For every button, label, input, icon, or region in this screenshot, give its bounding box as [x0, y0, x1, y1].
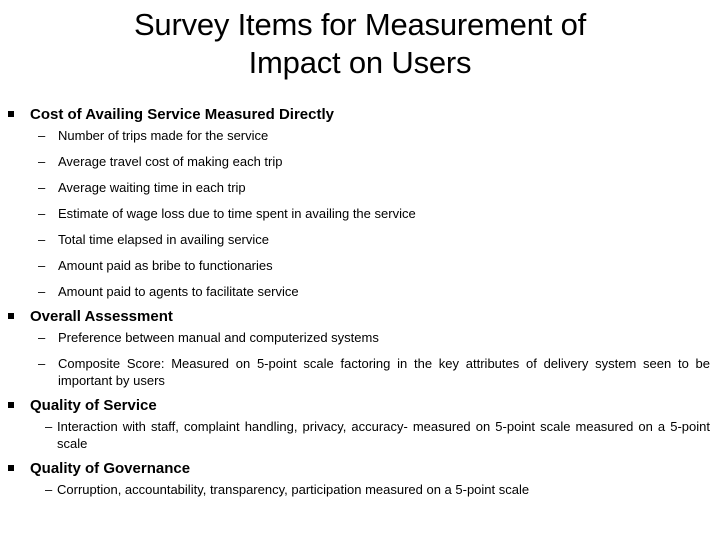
section-heading-cost-of-availing-service: Cost of Availing Service Measured Direct…	[0, 105, 720, 125]
list-item: – Interaction with staff, complaint hand…	[45, 419, 710, 451]
dash-bullet-icon: –	[38, 330, 46, 345]
page-title: Survey Items for Measurement of Impact o…	[36, 6, 684, 82]
square-bullet-icon	[8, 402, 14, 408]
section-heading-quality-of-governance: Quality of Governance	[0, 459, 720, 479]
dash-bullet-icon: –	[38, 180, 46, 195]
dash-bullet-icon: –	[45, 419, 53, 434]
list-item: – Average waiting time in each trip	[38, 180, 246, 195]
dash-bullet-icon: –	[38, 128, 46, 143]
list-item: – Total time elapsed in availing service	[38, 232, 269, 247]
page-title-line-2: Impact on Users	[248, 45, 472, 80]
outline-body: Cost of Availing Service Measured Direct…	[0, 105, 720, 501]
dash-bullet-icon: –	[38, 284, 46, 299]
dash-bullet-icon: –	[45, 482, 53, 497]
section-heading-quality-of-service: Quality of Service	[0, 396, 720, 416]
dash-bullet-icon: –	[38, 356, 46, 371]
list-item: – Amount paid as bribe to functionaries	[38, 258, 273, 273]
square-bullet-icon	[8, 111, 14, 117]
list-item: – Estimate of wage loss due to time spen…	[38, 206, 416, 221]
slide-canvas: Survey Items for Measurement of Impact o…	[0, 0, 720, 540]
list-item: – Average travel cost of making each tri…	[38, 154, 283, 169]
square-bullet-icon	[8, 313, 14, 319]
dash-bullet-icon: –	[38, 154, 46, 169]
list-item: – Preference between manual and computer…	[38, 330, 379, 345]
list-item: – Composite Score: Measured on 5-point s…	[38, 356, 710, 388]
list-item: – Number of trips made for the service	[38, 128, 269, 143]
dash-bullet-icon: –	[38, 232, 46, 247]
square-bullet-icon	[8, 465, 14, 471]
section-heading-overall-assessment: Overall Assessment	[0, 307, 720, 327]
list-item: – Corruption, accountability, transparen…	[45, 482, 530, 497]
dash-bullet-icon: –	[38, 206, 46, 221]
page-title-line-1: Survey Items for Measurement of	[133, 7, 587, 42]
list-item: – Amount paid to agents to facilitate se…	[38, 284, 299, 299]
dash-bullet-icon: –	[38, 258, 46, 273]
